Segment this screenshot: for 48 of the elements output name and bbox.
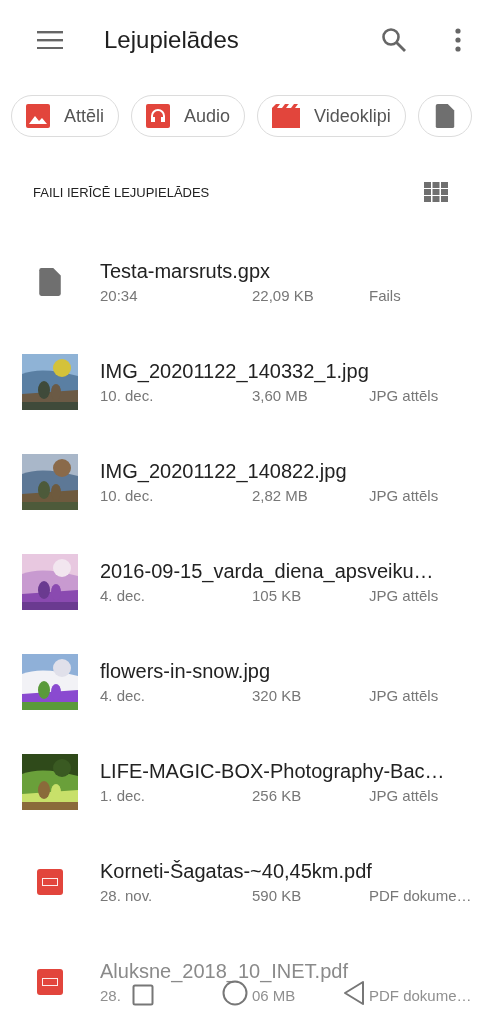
headphones-icon — [146, 104, 171, 128]
filter-chip[interactable] — [417, 95, 472, 137]
recents-button[interactable] — [132, 984, 154, 1006]
menu-icon — [37, 31, 63, 49]
file-name[interactable]: flowers-in-snow.jpg — [100, 660, 439, 683]
file-size: 105 KB — [252, 587, 302, 604]
file-size: 320 KB — [252, 687, 302, 704]
file-type: JPG attēls — [369, 687, 439, 704]
file-date: 4. dec. — [100, 587, 146, 604]
file-size: 06 MB — [252, 987, 296, 1004]
clapperboard-icon — [272, 104, 301, 128]
file-type: JPG attēls — [369, 487, 439, 504]
app-title: Lejupielādes — [104, 26, 240, 54]
file-name[interactable]: 2016-09-15_varda_diena_apsveiku… — [100, 560, 439, 583]
grid-view-button[interactable] — [424, 182, 448, 202]
file-date: 10. dec. — [100, 487, 154, 504]
search-icon — [381, 27, 407, 53]
file-name[interactable]: Korneti-Šagatas-~40,45km.pdf — [100, 860, 472, 883]
file-size: 3,60 MB — [252, 387, 308, 404]
file-date: 20:34 — [100, 287, 138, 304]
file-type: JPG attēls — [369, 787, 439, 804]
image-icon — [26, 104, 50, 128]
file-name[interactable]: IMG_20201122_140822.jpg — [100, 460, 439, 483]
section-title: FAILI IERĪCĒ LEJUPIELĀDES — [33, 184, 210, 200]
file-type: JPG attēls — [369, 587, 439, 604]
file-date: 28. — [100, 987, 121, 1004]
filter-chip[interactable]: Videoklipi — [257, 95, 406, 137]
file-type: JPG attēls — [369, 387, 439, 404]
file-date: 1. dec. — [100, 787, 146, 804]
file-date: 28. nov. — [100, 887, 153, 904]
file-type: Fails — [369, 287, 401, 304]
pdf-icon — [37, 868, 63, 896]
filter-chip[interactable]: Audio — [131, 95, 246, 137]
file-name[interactable]: LIFE-MAGIC-BOX-Photography-Bac… — [100, 760, 445, 783]
file-size: 590 KB — [252, 887, 302, 904]
file-date: 4. dec. — [100, 687, 146, 704]
file-date: 10. dec. — [100, 387, 154, 404]
file-name[interactable]: IMG_20201122_140332_1.jpg — [100, 360, 439, 383]
file-type: PDF dokume… — [369, 987, 472, 1004]
more-icon — [454, 28, 462, 52]
document-icon — [37, 268, 63, 296]
filter-chip[interactable]: Attēli — [11, 95, 120, 137]
file-type: PDF dokume… — [369, 887, 472, 904]
file-size: 2,82 MB — [252, 487, 308, 504]
pdf-icon — [37, 968, 63, 996]
file-size: 256 KB — [252, 787, 302, 804]
file-size: 22,09 KB — [252, 287, 314, 304]
file-name[interactable]: Testa-marsruts.gpx — [100, 260, 401, 283]
